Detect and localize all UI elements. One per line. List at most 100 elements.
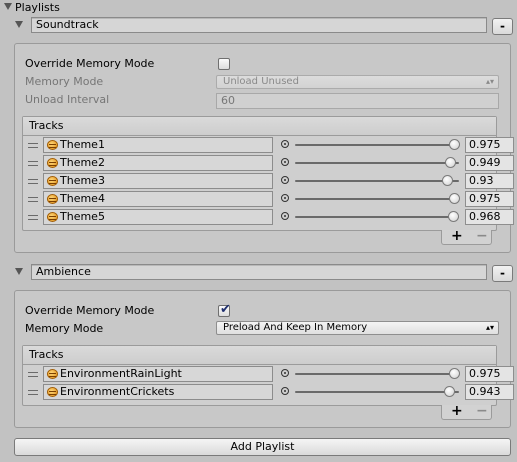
soundtrack-foldout-icon[interactable] [15,21,23,28]
memory-mode-dropdown[interactable]: Preload And Keep In Memory ▴▾ [216,321,499,335]
volume-slider[interactable] [295,216,459,218]
speaker-icon [281,212,289,220]
drag-handle-icon[interactable] [28,161,38,166]
speaker-icon [281,140,289,148]
audio-clip-field[interactable]: Theme5 [43,209,273,225]
track-row: Theme1 0.975 [23,136,514,154]
add-track-button[interactable]: + [451,228,463,244]
volume-value-field[interactable]: 0.949 [465,155,514,171]
track-row: EnvironmentRainLight 0.975 [23,365,514,383]
tracks-list: Tracks Theme1 0.975 Theme2 0.949 Theme3 0.93 T… [22,116,514,232]
track-name: Theme5 [60,210,105,223]
volume-slider[interactable] [295,198,459,200]
remove-playlist-button[interactable]: - [492,18,513,35]
audio-clip-icon [47,158,58,168]
volume-value-field[interactable]: 0.943 [465,384,514,400]
audio-clip-field[interactable]: Theme3 [43,173,273,189]
audio-clip-icon [47,176,58,186]
override-memory-label: Override Memory Mode [25,304,155,317]
track-row: Theme4 0.975 [23,190,514,208]
memory-mode-label: Memory Mode [25,322,104,335]
drag-handle-icon[interactable] [28,143,38,148]
ambience-foldout-icon[interactable] [15,268,23,275]
volume-slider-thumb[interactable] [442,175,454,186]
drag-handle-icon[interactable] [28,390,38,395]
memory-mode-value: Preload And Keep In Memory [223,322,368,333]
playlists-foldout-icon[interactable] [4,3,12,10]
speaker-icon [281,176,289,184]
volume-value-field[interactable]: 0.975 [465,137,514,153]
volume-value-field[interactable]: 0.975 [465,191,514,207]
unload-interval-label: Unload Interval [25,93,110,106]
tracks-header: Tracks [23,346,496,365]
speaker-icon [281,158,289,166]
tracks-header: Tracks [23,117,496,136]
track-name: Theme1 [60,138,105,151]
track-row: Theme3 0.93 [23,172,514,190]
drag-handle-icon[interactable] [28,215,38,220]
remove-track-button[interactable]: − [476,228,488,244]
add-track-button[interactable]: + [451,403,463,419]
remove-track-button[interactable]: − [476,403,488,419]
memory-mode-value: Unload Unused [223,76,299,87]
volume-slider-thumb[interactable] [448,211,460,222]
tracks-rows: EnvironmentRainLight 0.975 EnvironmentCric… [23,365,514,407]
remove-playlist-button[interactable]: - [492,265,513,282]
playlist-panel: Override Memory Mode ✔ Memory Mode Prelo… [14,290,514,428]
playlist-name-field[interactable]: Ambience [31,264,487,280]
playlists-header[interactable]: Playlists [15,1,60,15]
drag-handle-icon[interactable] [28,372,38,377]
unload-interval-field[interactable]: 60 [216,93,499,109]
track-name: Theme3 [60,174,105,187]
audio-clip-icon [47,369,58,379]
tracks-add-remove-bar: + − [441,403,492,420]
track-name: EnvironmentRainLight [60,367,182,380]
speaker-icon [281,194,289,202]
speaker-icon [281,369,289,377]
volume-slider-thumb[interactable] [444,386,456,397]
memory-mode-label: Memory Mode [25,75,104,88]
audio-clip-field[interactable]: EnvironmentRainLight [43,366,273,382]
add-playlist-button[interactable]: Add Playlist [14,438,511,456]
volume-slider[interactable] [295,373,459,375]
memory-mode-dropdown[interactable]: Unload Unused ▴▾ [216,75,499,89]
volume-value-field[interactable]: 0.975 [465,366,514,382]
track-row: EnvironmentCrickets 0.943 [23,383,514,401]
checkmark-icon: ✔ [220,302,231,317]
volume-slider[interactable] [295,391,459,393]
track-name: Theme4 [60,192,105,205]
volume-slider[interactable] [295,144,459,146]
track-name: Theme2 [60,156,105,169]
volume-value-field[interactable]: 0.968 [465,209,514,225]
override-memory-checkbox[interactable] [218,58,230,70]
volume-slider[interactable] [295,180,459,182]
tracks-rows: Theme1 0.975 Theme2 0.949 Theme3 0.93 Theme4 0.… [23,136,514,232]
override-memory-label: Override Memory Mode [25,57,155,70]
audio-clip-field[interactable]: Theme1 [43,137,273,153]
speaker-icon [281,387,289,395]
volume-value-field[interactable]: 0.93 [465,173,514,189]
audio-clip-field[interactable]: Theme2 [43,155,273,171]
audio-clip-field[interactable]: EnvironmentCrickets [43,384,273,400]
volume-slider-thumb[interactable] [445,157,457,168]
audio-clip-icon [47,194,58,204]
volume-slider[interactable] [295,162,459,164]
drag-handle-icon[interactable] [28,179,38,184]
audio-clip-icon [47,387,58,397]
tracks-list: Tracks EnvironmentRainLight 0.975 Environm… [22,345,514,407]
playlist-name-field[interactable]: Soundtrack [31,17,487,33]
tracks-add-remove-bar: + − [441,228,492,245]
track-row: Theme2 0.949 [23,154,514,172]
volume-slider-thumb[interactable] [449,139,461,150]
track-row: Theme5 0.968 [23,208,514,226]
playlist-panel: Override Memory Mode Memory Mode Unload … [14,43,514,253]
override-memory-checkbox[interactable]: ✔ [218,302,231,317]
volume-slider-thumb[interactable] [449,368,461,379]
audio-clip-icon [47,212,58,222]
volume-slider-thumb[interactable] [449,193,461,204]
audio-clip-field[interactable]: Theme4 [43,191,273,207]
dropdown-arrow-icon: ▴▾ [485,77,494,86]
track-name: EnvironmentCrickets [60,385,175,398]
drag-handle-icon[interactable] [28,197,38,202]
audio-clip-icon [47,140,58,150]
